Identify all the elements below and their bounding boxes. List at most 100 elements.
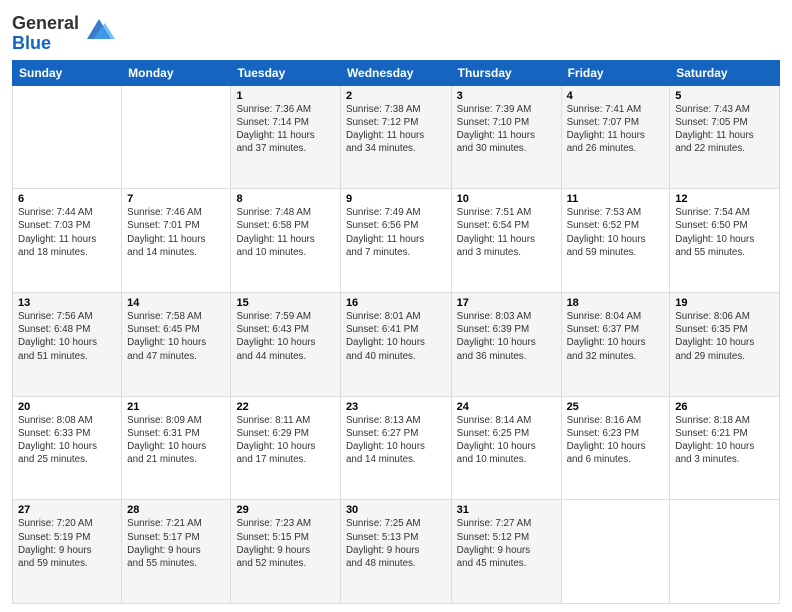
day-info: Sunrise: 7:59 AM Sunset: 6:43 PM Dayligh… bbox=[236, 310, 334, 363]
day-number: 27 bbox=[18, 504, 116, 516]
day-info: Sunrise: 8:13 AM Sunset: 6:27 PM Dayligh… bbox=[346, 414, 446, 467]
day-cell: 2Sunrise: 7:38 AM Sunset: 7:12 PM Daylig… bbox=[340, 85, 451, 189]
day-cell: 20Sunrise: 8:08 AM Sunset: 6:33 PM Dayli… bbox=[13, 396, 122, 500]
day-number: 5 bbox=[675, 90, 774, 102]
day-cell: 5Sunrise: 7:43 AM Sunset: 7:05 PM Daylig… bbox=[670, 85, 780, 189]
day-number: 24 bbox=[457, 401, 556, 413]
day-cell: 23Sunrise: 8:13 AM Sunset: 6:27 PM Dayli… bbox=[340, 396, 451, 500]
weekday-thursday: Thursday bbox=[451, 60, 561, 85]
day-cell bbox=[561, 500, 670, 604]
day-cell: 19Sunrise: 8:06 AM Sunset: 6:35 PM Dayli… bbox=[670, 292, 780, 396]
day-number: 8 bbox=[236, 193, 334, 205]
day-number: 21 bbox=[127, 401, 225, 413]
day-number: 3 bbox=[457, 90, 556, 102]
logo: General Blue bbox=[12, 14, 115, 54]
day-cell: 29Sunrise: 7:23 AM Sunset: 5:15 PM Dayli… bbox=[231, 500, 340, 604]
day-number: 7 bbox=[127, 193, 225, 205]
day-cell: 6Sunrise: 7:44 AM Sunset: 7:03 PM Daylig… bbox=[13, 189, 122, 293]
day-number: 18 bbox=[567, 297, 665, 309]
day-info: Sunrise: 7:38 AM Sunset: 7:12 PM Dayligh… bbox=[346, 103, 446, 156]
day-info: Sunrise: 7:41 AM Sunset: 7:07 PM Dayligh… bbox=[567, 103, 665, 156]
day-cell: 12Sunrise: 7:54 AM Sunset: 6:50 PM Dayli… bbox=[670, 189, 780, 293]
day-info: Sunrise: 8:08 AM Sunset: 6:33 PM Dayligh… bbox=[18, 414, 116, 467]
logo-general: General bbox=[12, 13, 79, 33]
weekday-friday: Friday bbox=[561, 60, 670, 85]
day-info: Sunrise: 8:16 AM Sunset: 6:23 PM Dayligh… bbox=[567, 414, 665, 467]
day-number: 12 bbox=[675, 193, 774, 205]
day-number: 26 bbox=[675, 401, 774, 413]
day-number: 4 bbox=[567, 90, 665, 102]
weekday-wednesday: Wednesday bbox=[340, 60, 451, 85]
day-info: Sunrise: 7:48 AM Sunset: 6:58 PM Dayligh… bbox=[236, 206, 334, 259]
day-info: Sunrise: 7:21 AM Sunset: 5:17 PM Dayligh… bbox=[127, 517, 225, 570]
day-cell: 15Sunrise: 7:59 AM Sunset: 6:43 PM Dayli… bbox=[231, 292, 340, 396]
day-number: 29 bbox=[236, 504, 334, 516]
day-cell: 25Sunrise: 8:16 AM Sunset: 6:23 PM Dayli… bbox=[561, 396, 670, 500]
day-info: Sunrise: 7:23 AM Sunset: 5:15 PM Dayligh… bbox=[236, 517, 334, 570]
day-cell: 1Sunrise: 7:36 AM Sunset: 7:14 PM Daylig… bbox=[231, 85, 340, 189]
day-cell: 10Sunrise: 7:51 AM Sunset: 6:54 PM Dayli… bbox=[451, 189, 561, 293]
day-info: Sunrise: 7:44 AM Sunset: 7:03 PM Dayligh… bbox=[18, 206, 116, 259]
logo-blue: Blue bbox=[12, 33, 51, 53]
day-number: 10 bbox=[457, 193, 556, 205]
day-number: 11 bbox=[567, 193, 665, 205]
week-row-5: 27Sunrise: 7:20 AM Sunset: 5:19 PM Dayli… bbox=[13, 500, 780, 604]
day-number: 19 bbox=[675, 297, 774, 309]
weekday-saturday: Saturday bbox=[670, 60, 780, 85]
day-cell: 17Sunrise: 8:03 AM Sunset: 6:39 PM Dayli… bbox=[451, 292, 561, 396]
day-number: 14 bbox=[127, 297, 225, 309]
day-info: Sunrise: 7:53 AM Sunset: 6:52 PM Dayligh… bbox=[567, 206, 665, 259]
day-cell: 30Sunrise: 7:25 AM Sunset: 5:13 PM Dayli… bbox=[340, 500, 451, 604]
day-number: 20 bbox=[18, 401, 116, 413]
day-number: 16 bbox=[346, 297, 446, 309]
calendar-table: SundayMondayTuesdayWednesdayThursdayFrid… bbox=[12, 60, 780, 604]
day-info: Sunrise: 8:18 AM Sunset: 6:21 PM Dayligh… bbox=[675, 414, 774, 467]
logo-icon bbox=[83, 15, 115, 43]
day-cell bbox=[13, 85, 122, 189]
day-info: Sunrise: 7:36 AM Sunset: 7:14 PM Dayligh… bbox=[236, 103, 334, 156]
day-cell: 14Sunrise: 7:58 AM Sunset: 6:45 PM Dayli… bbox=[122, 292, 231, 396]
day-info: Sunrise: 7:51 AM Sunset: 6:54 PM Dayligh… bbox=[457, 206, 556, 259]
page: General Blue SundayMondayTuesdayWednesda… bbox=[0, 0, 792, 612]
weekday-tuesday: Tuesday bbox=[231, 60, 340, 85]
day-number: 17 bbox=[457, 297, 556, 309]
day-cell: 8Sunrise: 7:48 AM Sunset: 6:58 PM Daylig… bbox=[231, 189, 340, 293]
day-cell bbox=[670, 500, 780, 604]
day-cell bbox=[122, 85, 231, 189]
weekday-monday: Monday bbox=[122, 60, 231, 85]
weekday-header-row: SundayMondayTuesdayWednesdayThursdayFrid… bbox=[13, 60, 780, 85]
day-info: Sunrise: 8:01 AM Sunset: 6:41 PM Dayligh… bbox=[346, 310, 446, 363]
day-info: Sunrise: 7:43 AM Sunset: 7:05 PM Dayligh… bbox=[675, 103, 774, 156]
day-cell: 24Sunrise: 8:14 AM Sunset: 6:25 PM Dayli… bbox=[451, 396, 561, 500]
day-number: 22 bbox=[236, 401, 334, 413]
day-info: Sunrise: 8:06 AM Sunset: 6:35 PM Dayligh… bbox=[675, 310, 774, 363]
day-number: 9 bbox=[346, 193, 446, 205]
day-cell: 28Sunrise: 7:21 AM Sunset: 5:17 PM Dayli… bbox=[122, 500, 231, 604]
day-number: 23 bbox=[346, 401, 446, 413]
day-info: Sunrise: 8:09 AM Sunset: 6:31 PM Dayligh… bbox=[127, 414, 225, 467]
day-cell: 21Sunrise: 8:09 AM Sunset: 6:31 PM Dayli… bbox=[122, 396, 231, 500]
day-info: Sunrise: 7:20 AM Sunset: 5:19 PM Dayligh… bbox=[18, 517, 116, 570]
weekday-sunday: Sunday bbox=[13, 60, 122, 85]
day-info: Sunrise: 8:04 AM Sunset: 6:37 PM Dayligh… bbox=[567, 310, 665, 363]
day-info: Sunrise: 7:39 AM Sunset: 7:10 PM Dayligh… bbox=[457, 103, 556, 156]
day-number: 6 bbox=[18, 193, 116, 205]
day-cell: 13Sunrise: 7:56 AM Sunset: 6:48 PM Dayli… bbox=[13, 292, 122, 396]
day-number: 25 bbox=[567, 401, 665, 413]
day-info: Sunrise: 7:49 AM Sunset: 6:56 PM Dayligh… bbox=[346, 206, 446, 259]
day-info: Sunrise: 7:27 AM Sunset: 5:12 PM Dayligh… bbox=[457, 517, 556, 570]
day-number: 28 bbox=[127, 504, 225, 516]
day-number: 2 bbox=[346, 90, 446, 102]
day-number: 15 bbox=[236, 297, 334, 309]
day-cell: 3Sunrise: 7:39 AM Sunset: 7:10 PM Daylig… bbox=[451, 85, 561, 189]
day-info: Sunrise: 7:54 AM Sunset: 6:50 PM Dayligh… bbox=[675, 206, 774, 259]
day-cell: 27Sunrise: 7:20 AM Sunset: 5:19 PM Dayli… bbox=[13, 500, 122, 604]
day-info: Sunrise: 7:25 AM Sunset: 5:13 PM Dayligh… bbox=[346, 517, 446, 570]
header: General Blue bbox=[12, 10, 780, 54]
day-cell: 7Sunrise: 7:46 AM Sunset: 7:01 PM Daylig… bbox=[122, 189, 231, 293]
day-info: Sunrise: 8:03 AM Sunset: 6:39 PM Dayligh… bbox=[457, 310, 556, 363]
day-cell: 18Sunrise: 8:04 AM Sunset: 6:37 PM Dayli… bbox=[561, 292, 670, 396]
day-number: 31 bbox=[457, 504, 556, 516]
day-number: 30 bbox=[346, 504, 446, 516]
day-cell: 4Sunrise: 7:41 AM Sunset: 7:07 PM Daylig… bbox=[561, 85, 670, 189]
